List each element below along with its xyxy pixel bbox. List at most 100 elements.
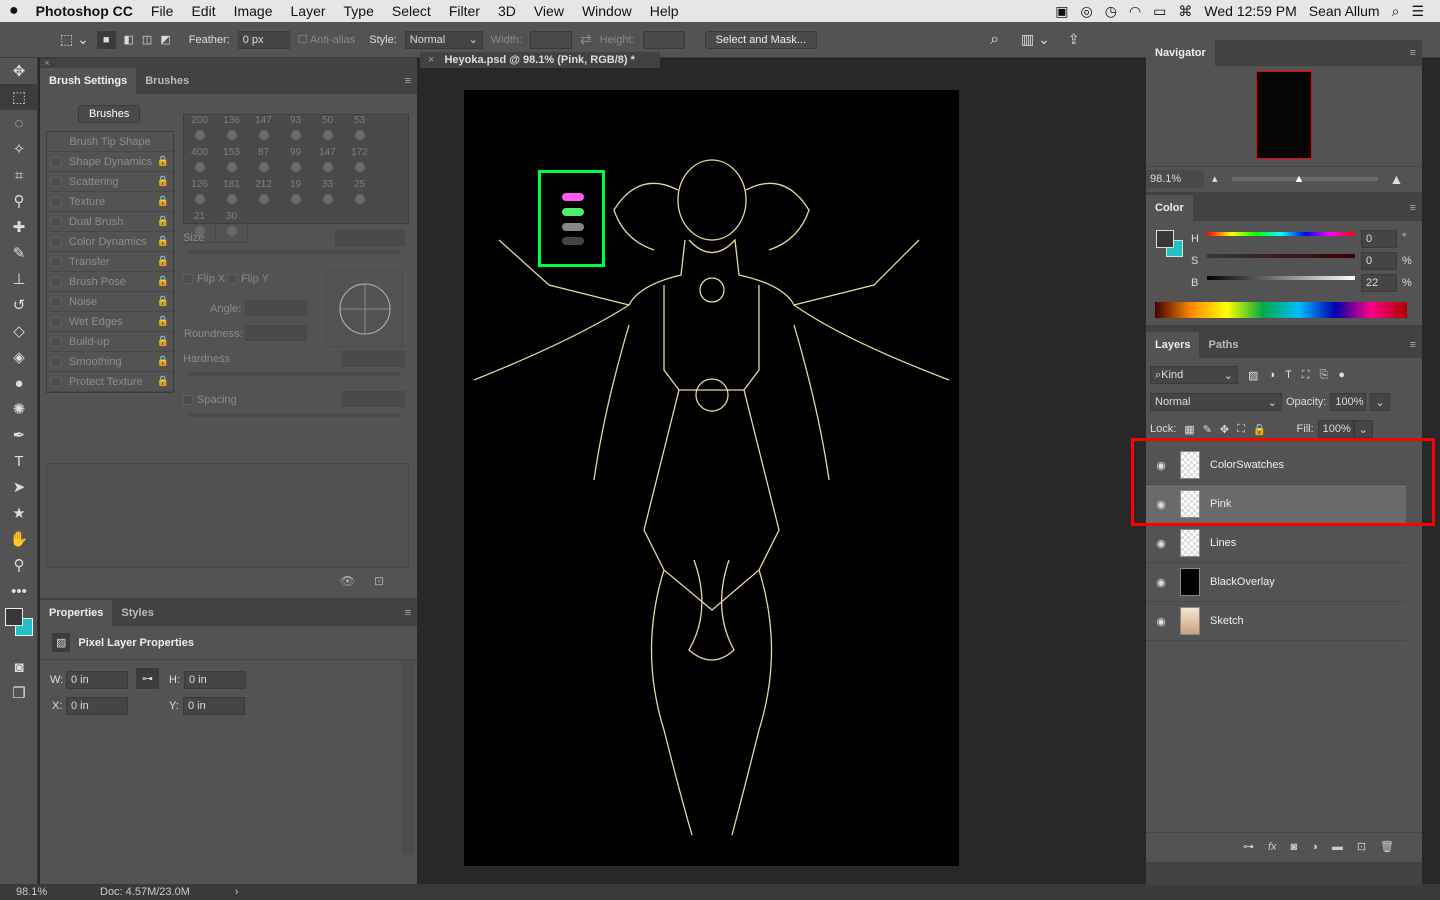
brush-option[interactable]: Smoothing 🔒 (47, 352, 173, 372)
color-spectrum[interactable] (1155, 302, 1407, 318)
screen-mode-icon[interactable]: ❐ (0, 680, 38, 706)
stamp-tool-icon[interactable]: ⊥ (0, 266, 38, 292)
brush-option[interactable]: Shape Dynamics 🔒 (47, 152, 173, 172)
zoom-in-icon[interactable]: ▲ (1390, 171, 1404, 187)
intersect-selection-icon[interactable]: ◩ (160, 33, 170, 46)
angle-roundness-preview[interactable] (326, 270, 403, 347)
checkbox[interactable] (51, 276, 61, 287)
size-input[interactable] (335, 230, 405, 246)
zoom-level[interactable]: 98.1% (0, 886, 60, 898)
checkbox[interactable] (51, 376, 61, 387)
angle-input[interactable] (245, 300, 307, 316)
lock-transparency-icon[interactable]: ▦ (1184, 423, 1194, 436)
delete-layer-icon[interactable]: 🗑 (1380, 840, 1394, 853)
type-tool-icon[interactable]: T (0, 448, 38, 474)
brush-tip[interactable]: 400 (184, 147, 216, 179)
tab-layers[interactable]: Layers (1146, 332, 1200, 358)
navigator-preview[interactable] (1256, 71, 1312, 159)
paint-bucket-tool-icon[interactable]: ◈ (0, 344, 38, 370)
path-selection-tool-icon[interactable]: ➤ (0, 474, 38, 500)
hand-tool-icon[interactable]: ✋ (0, 526, 38, 552)
adjustment-layer-icon[interactable]: ◑ (1311, 841, 1318, 853)
hardness-input[interactable] (342, 351, 405, 367)
panel-menu-icon[interactable]: ≡ (1404, 40, 1422, 66)
brush-option[interactable]: Wet Edges 🔒 (47, 312, 173, 332)
subtract-selection-icon[interactable]: ◫ (142, 33, 152, 46)
select-and-mask-button[interactable]: Select and Mask... (704, 30, 818, 49)
brush-option[interactable]: Transfer 🔒 (47, 252, 173, 272)
apple-icon[interactable]: ● (0, 2, 28, 20)
brush-option[interactable]: Color Dynamics 🔒 (47, 232, 173, 252)
menu-window[interactable]: Window (573, 3, 641, 19)
display-icon[interactable]: ▣ (1055, 3, 1068, 20)
tab-brushes[interactable]: Brushes (136, 68, 198, 94)
foreground-color-swatch[interactable] (5, 608, 23, 626)
brush-tip[interactable]: 87 (248, 147, 280, 179)
menu-select[interactable]: Select (383, 3, 440, 19)
hue-input[interactable]: 0 (1361, 230, 1397, 248)
brush-tip[interactable]: 33 (312, 179, 344, 211)
move-tool-icon[interactable]: ✥ (0, 58, 38, 84)
blend-mode-select[interactable]: Normal ⌄ (1150, 393, 1282, 411)
panel-menu-icon[interactable]: ≡ (1404, 332, 1422, 358)
history-brush-tool-icon[interactable]: ↺ (0, 292, 38, 318)
brightness-slider[interactable] (1207, 276, 1355, 280)
lock-icon[interactable]: 🔒 (157, 176, 169, 187)
navigator-zoom-slider[interactable]: ▲ (1231, 173, 1378, 185)
close-panel-icon[interactable]: × (40, 58, 417, 69)
lock-icon[interactable]: 🔒 (157, 296, 169, 307)
brush-option[interactable]: Build-up 🔒 (47, 332, 173, 352)
brush-tool-icon[interactable]: ✎ (0, 240, 38, 266)
lock-pixels-icon[interactable]: ✎ (1203, 423, 1212, 436)
lock-icon[interactable]: 🔒 (157, 336, 169, 347)
flip-y-checkbox[interactable]: Flip Y (227, 273, 269, 285)
brush-tip[interactable]: 93 (280, 115, 312, 147)
layer-row[interactable]: ◉ Lines (1146, 524, 1406, 563)
checkbox[interactable] (51, 196, 61, 207)
spotlight-icon[interactable]: ⌕ (1392, 3, 1400, 20)
opacity-dropdown-icon[interactable]: ⌄ (1370, 393, 1390, 411)
lock-artboard-icon[interactable]: ⛶ (1237, 423, 1245, 436)
zoom-out-icon[interactable]: ▴ (1212, 172, 1218, 185)
checkbox[interactable] (51, 336, 61, 347)
hue-slider[interactable] (1207, 232, 1355, 236)
app-menu[interactable]: Photoshop CC (28, 3, 142, 19)
visibility-eye-icon[interactable]: ◉ (1146, 576, 1176, 589)
more-tools-icon[interactable]: ••• (0, 578, 38, 604)
filter-type-icon[interactable]: T (1285, 369, 1292, 381)
add-selection-icon[interactable]: ◧ (124, 33, 134, 46)
feather-input[interactable]: 0 px (237, 30, 290, 49)
menu-edit[interactable]: Edit (182, 3, 224, 19)
canvas[interactable] (464, 90, 959, 866)
height-field[interactable]: 0 in (184, 671, 246, 689)
pen-tool-icon[interactable]: ✒ (0, 422, 38, 448)
link-layers-icon[interactable]: ⊶ (1243, 840, 1254, 853)
marquee-preset-icon[interactable]: ⬚ ⌄ (60, 31, 89, 48)
lock-icon[interactable]: 🔒 (157, 156, 169, 167)
menu-3d[interactable]: 3D (489, 3, 525, 19)
lock-icon[interactable]: 🔒 (157, 276, 169, 287)
time-machine-icon[interactable]: ◷ (1105, 3, 1117, 20)
fill-input[interactable]: 100% (1317, 420, 1354, 438)
tab-brush-settings[interactable]: Brush Settings (40, 68, 137, 94)
foreground-color-swatch[interactable] (1156, 230, 1174, 248)
document-tab[interactable]: × Heyoka.psd @ 98.1% (Pink, RGB/8) * (420, 52, 660, 68)
saturation-input[interactable]: 0 (1361, 252, 1397, 270)
size-slider[interactable] (187, 250, 400, 254)
search-icon[interactable]: ⌕ (990, 31, 999, 49)
share-icon[interactable]: ⇪ (1068, 31, 1080, 48)
fill-dropdown-icon[interactable]: ⌄ (1353, 420, 1373, 438)
flip-x-checkbox[interactable]: Flip X (183, 273, 225, 285)
menu-file[interactable]: File (142, 3, 183, 19)
visibility-eye-icon[interactable]: ◉ (1146, 615, 1176, 628)
checkbox[interactable] (51, 256, 61, 267)
panel-menu-icon[interactable]: ≡ (1404, 195, 1422, 221)
brush-tip[interactable]: 136 (216, 115, 248, 147)
tab-paths[interactable]: Paths (1199, 332, 1247, 358)
spacing-input[interactable] (342, 391, 405, 407)
menu-image[interactable]: Image (225, 3, 282, 19)
tab-properties[interactable]: Properties (40, 600, 113, 626)
filter-toggle-icon[interactable]: ● (1338, 369, 1345, 381)
filter-smart-object-icon[interactable]: ⎘ (1320, 369, 1329, 382)
brush-option[interactable]: Texture 🔒 (47, 192, 173, 212)
